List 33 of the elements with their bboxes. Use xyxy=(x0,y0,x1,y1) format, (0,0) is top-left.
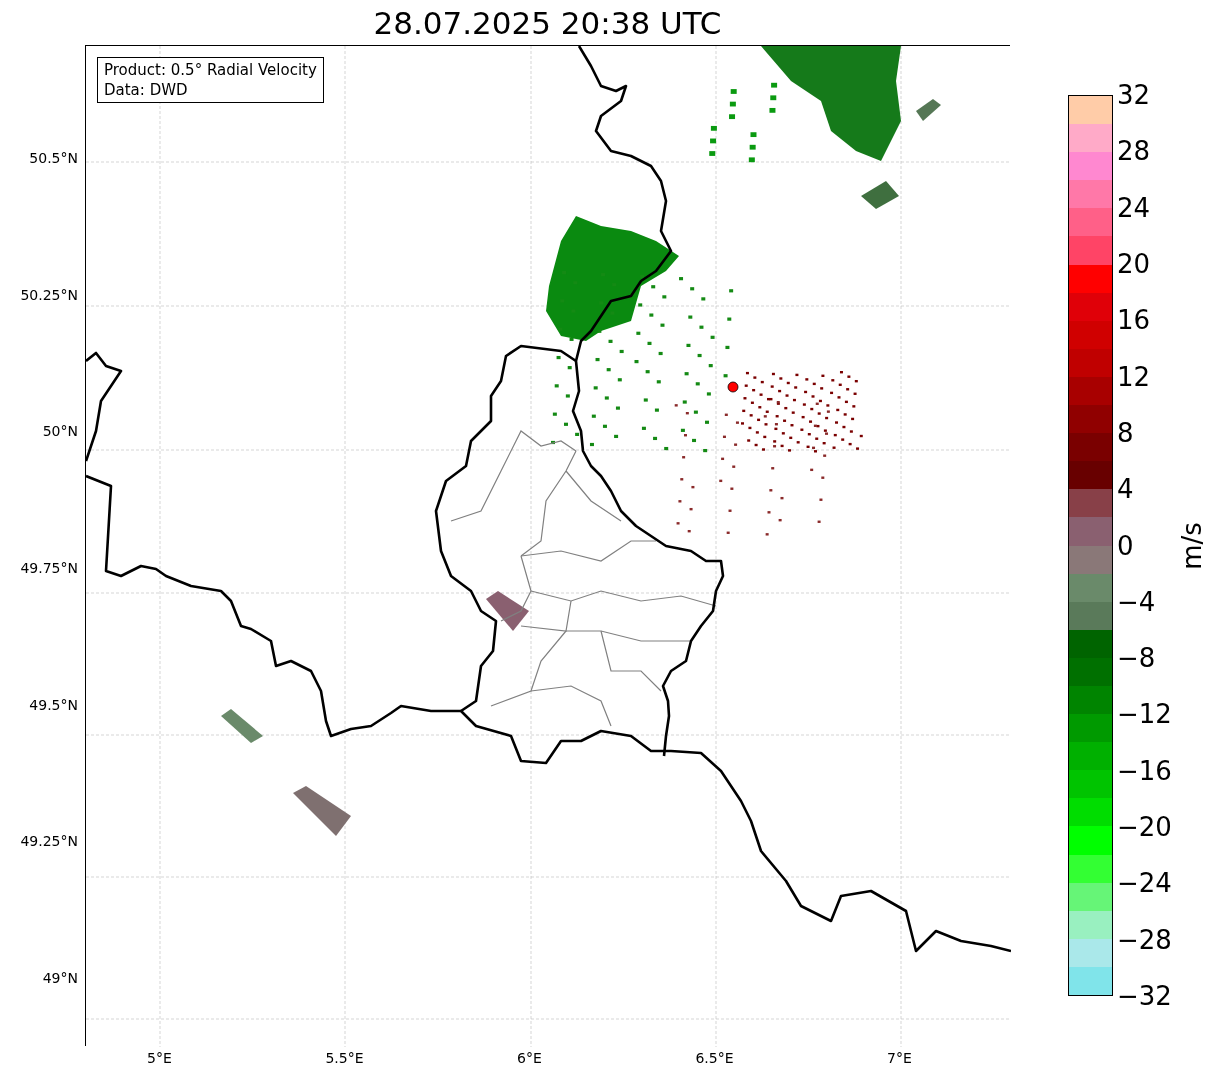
colorbar-tick-label: −16 xyxy=(1117,755,1172,786)
colorbar-tick-label: −20 xyxy=(1117,812,1172,843)
latitude-label: 49.5°N xyxy=(29,695,78,714)
colorbar-tick-label: −8 xyxy=(1117,643,1157,674)
latitude-label: 50.5°N xyxy=(29,149,78,168)
colorbar-tick-label: 0 xyxy=(1117,530,1135,561)
colorbar-tick-label: −4 xyxy=(1117,586,1157,617)
latitude-label: 50.25°N xyxy=(20,285,78,304)
colorbar-tick-label: −24 xyxy=(1117,868,1172,899)
latitude-label: 49°N xyxy=(42,968,78,987)
longitude-label: 5°E xyxy=(147,1049,172,1067)
colorbar-tick-label: −32 xyxy=(1117,981,1172,1011)
legend-text: Product: 0.5° Radial Velocity xyxy=(104,60,317,80)
longitude-label: 6.5°E xyxy=(695,1049,734,1067)
colorbar-tick-label: 24 xyxy=(1117,192,1152,223)
longitude-label: 7°E xyxy=(887,1049,912,1067)
longitude-label: 6°E xyxy=(517,1049,542,1067)
colorbar-tick-label: 8 xyxy=(1117,417,1135,448)
colorbar-tick-label: 20 xyxy=(1117,248,1152,279)
colorbar-tick-label: 32 xyxy=(1117,80,1152,110)
latitude-label: 50°N xyxy=(42,422,78,441)
colorbar-tick-label: −28 xyxy=(1117,924,1172,955)
colorbar-tick-label: 16 xyxy=(1117,305,1152,336)
colorbar-unit-label: m/s xyxy=(1176,521,1207,570)
longitude-label: 5.5°E xyxy=(325,1049,364,1067)
latitude-label: 49.25°N xyxy=(20,832,78,851)
colorbar-tick-label: −12 xyxy=(1117,699,1172,730)
chart-title: 28.07.2025 20:38 UTC xyxy=(373,3,722,43)
legend-text: Data: DWD xyxy=(104,80,189,100)
latitude-label: 49.75°N xyxy=(20,559,78,577)
colorbar-tick-label: 12 xyxy=(1117,361,1152,392)
colorbar-tick-label: 28 xyxy=(1117,136,1152,167)
colorbar-tick-label: 4 xyxy=(1117,474,1135,505)
